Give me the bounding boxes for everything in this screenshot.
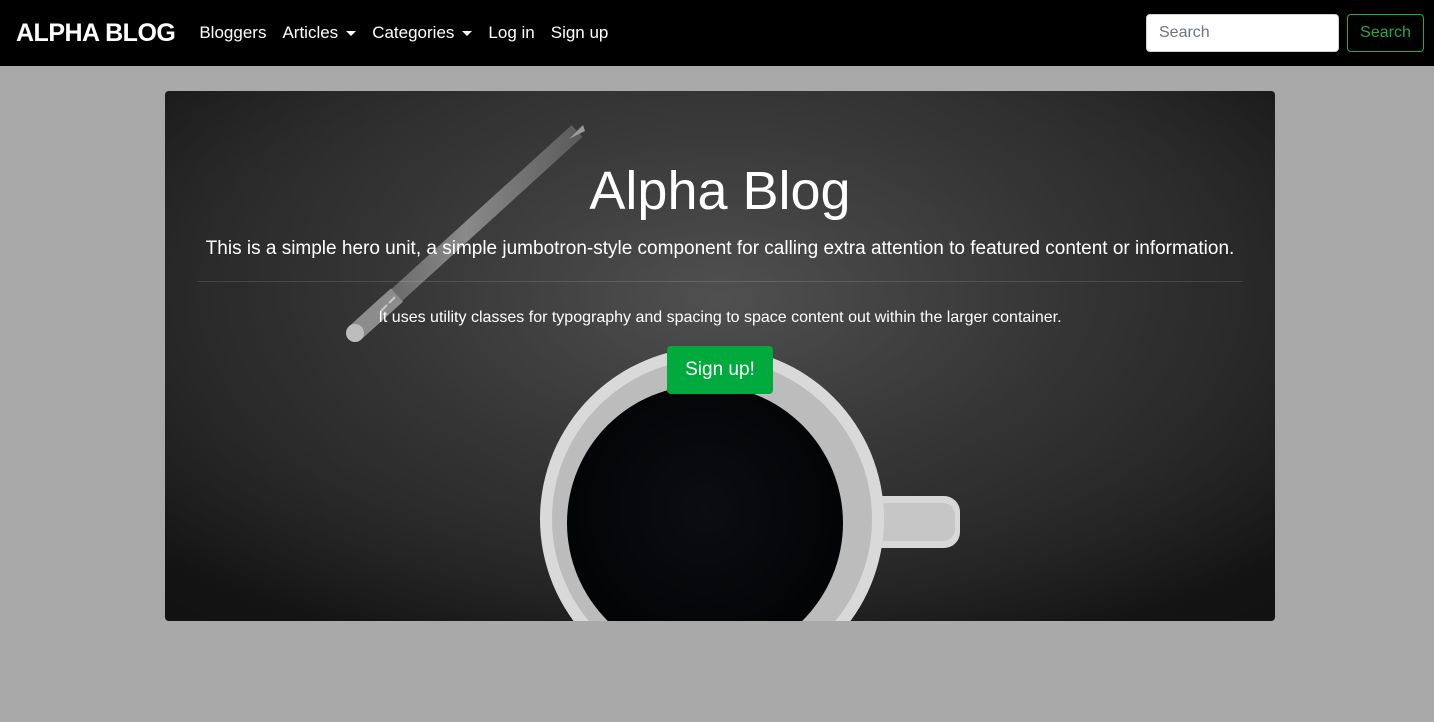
nav-categories-dropdown[interactable]: Categories bbox=[372, 23, 473, 43]
hero-divider bbox=[197, 281, 1243, 282]
hero-title: Alpha Blog bbox=[589, 161, 851, 221]
caret-down-icon bbox=[462, 30, 473, 36]
nav-login-link[interactable]: Log in bbox=[488, 23, 534, 43]
hero-lead-text: This is a simple hero unit, a simple jum… bbox=[205, 238, 1235, 259]
hero-jumbotron: Alpha Blog This is a simple hero unit, a… bbox=[165, 91, 1275, 621]
nav-categories-label: Categories bbox=[372, 23, 455, 42]
signup-button[interactable]: Sign up! bbox=[667, 346, 773, 394]
hero-content: Alpha Blog This is a simple hero unit, a… bbox=[165, 91, 1275, 394]
top-navbar: ALPHA BLOG Bloggers Articles Categories … bbox=[0, 0, 1434, 66]
nav-signup-link[interactable]: Sign up bbox=[551, 23, 609, 43]
nav-articles-label: Articles bbox=[282, 23, 339, 42]
nav-bloggers-label: Bloggers bbox=[199, 23, 267, 42]
hero-subtext: It uses utility classes for typography a… bbox=[378, 309, 1062, 326]
search-button[interactable]: Search bbox=[1347, 14, 1424, 52]
nav-login-label: Log in bbox=[488, 23, 535, 42]
nav-links: Bloggers Articles Categories Log in Sign… bbox=[199, 23, 624, 43]
search-input[interactable] bbox=[1146, 14, 1339, 52]
brand-logo[interactable]: ALPHA BLOG bbox=[16, 19, 176, 48]
nav-bloggers-link[interactable]: Bloggers bbox=[199, 23, 266, 43]
caret-down-icon bbox=[346, 30, 357, 36]
search-form: Search bbox=[1146, 14, 1424, 52]
nav-signup-label: Sign up bbox=[550, 23, 609, 42]
nav-articles-dropdown[interactable]: Articles bbox=[282, 23, 357, 43]
